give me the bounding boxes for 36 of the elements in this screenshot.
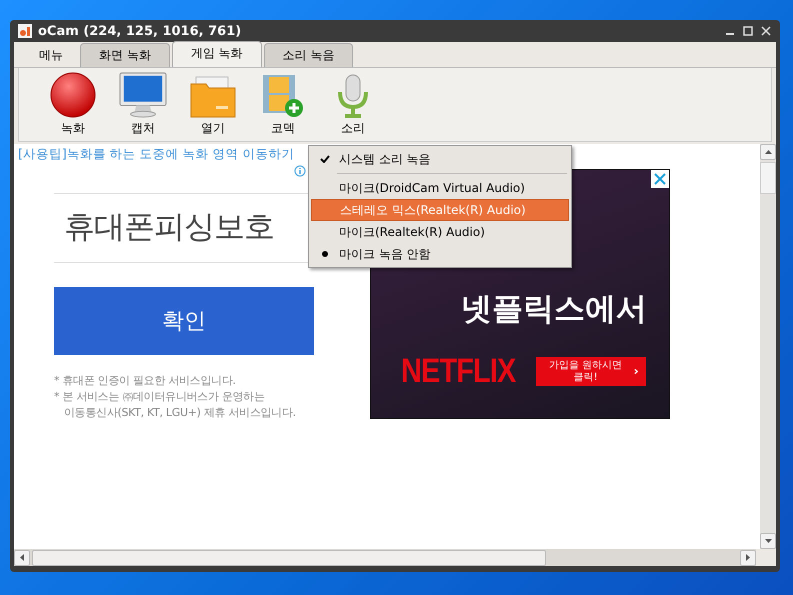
- service-note: 이동통신사(SKT, KT, LGU+) 제휴 서비스입니다.: [63, 405, 297, 421]
- toolbar-button[interactable]: 캡처: [115, 72, 171, 137]
- left-arrow-icon[interactable]: [20, 554, 24, 561]
- toolbar-button[interactable]: 열기: [185, 72, 241, 137]
- confirm-button[interactable]: 확인: [54, 287, 314, 355]
- app-icon: [18, 24, 32, 38]
- up-arrow-icon[interactable]: [764, 150, 772, 154]
- toolbar-button[interactable]: 소리: [325, 72, 381, 137]
- close-icon[interactable]: [760, 25, 772, 37]
- record-icon: [49, 72, 97, 118]
- info-icon[interactable]: [294, 165, 306, 177]
- ad-signup-button[interactable]: 가입을 원하시면 클릭!: [536, 357, 646, 386]
- service-note: * 본 서비스는 ㈜데이터유니버스가 운영하는: [54, 389, 266, 405]
- maximize-icon[interactable]: [742, 25, 754, 37]
- tab[interactable]: 소리 녹음: [264, 43, 354, 67]
- ad-headline: 넷플릭스에서: [460, 290, 647, 329]
- folder-icon: [190, 76, 236, 118]
- scrollbar-thumb[interactable]: [760, 162, 776, 194]
- toolbar-button[interactable]: 코덱: [255, 72, 311, 137]
- film-plus-icon: [262, 74, 304, 118]
- vertical-scrollbar[interactable]: [760, 144, 776, 549]
- menu-button[interactable]: 메뉴: [24, 43, 78, 67]
- horizontal-scrollbar[interactable]: [14, 549, 756, 566]
- monitor-icon: [118, 72, 168, 118]
- toolbar-button[interactable]: 녹화: [45, 72, 101, 137]
- window-title: oCam (224, 125, 1016, 761): [38, 24, 242, 38]
- menu-item[interactable]: 시스템 소리 녹음: [311, 148, 569, 170]
- right-arrow-icon[interactable]: [746, 554, 750, 561]
- microphone-icon: [335, 74, 371, 118]
- service-note: * 휴대폰 인증이 필요한 서비스입니다.: [54, 373, 237, 389]
- scrollbar-thumb[interactable]: [32, 550, 546, 566]
- down-arrow-icon[interactable]: [764, 539, 772, 543]
- ad-logo: NETFLIX: [401, 352, 516, 391]
- tab[interactable]: 화면 녹화: [80, 43, 170, 67]
- tab[interactable]: 게임 녹화: [172, 41, 262, 67]
- chevron-right-icon: [634, 368, 638, 375]
